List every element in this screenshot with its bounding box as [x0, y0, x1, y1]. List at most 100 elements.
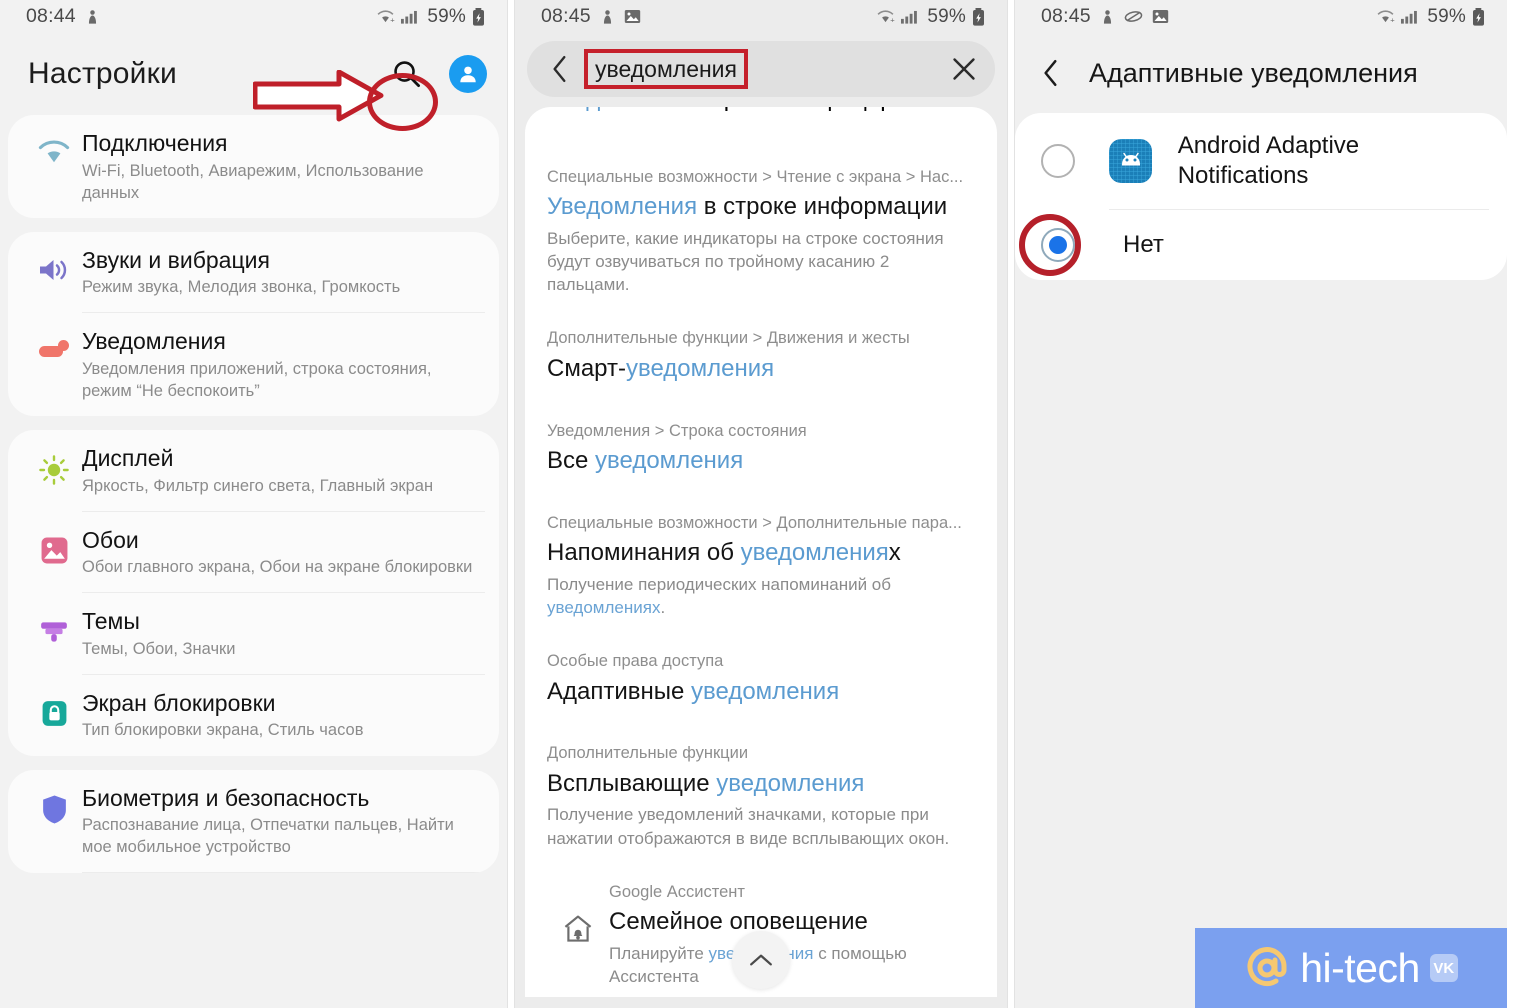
battery-percent-label: 59%	[927, 5, 966, 27]
radio-selected[interactable]	[1041, 228, 1075, 263]
divider	[82, 872, 485, 874]
status-bar-clock: 08:45	[1041, 5, 1091, 27]
sidebar-item-biometrics[interactable]: Биометрия и безопасность Распознавание л…	[8, 770, 499, 873]
row-title: Уведомления	[82, 328, 226, 355]
chevron-up-icon[interactable]	[732, 931, 790, 989]
result-description: Получение уведомлений значками, которые …	[547, 805, 950, 848]
list-item[interactable]: Дополнительные функции Всплывающие уведо…	[525, 727, 997, 865]
sidebar-item-wallpaper[interactable]: Обои Обои главного экрана, Обои на экран…	[8, 512, 499, 593]
home-bell-icon	[547, 882, 609, 944]
watermark-hi-tech: hi-tech VK	[1195, 928, 1507, 1008]
result-title: Всплывающие уведомления	[547, 769, 865, 797]
row-title: Темы	[82, 608, 140, 635]
result-highlight: Уведомления	[547, 107, 697, 112]
result-breadcrumb: Дополнительные функции	[547, 744, 749, 763]
sidebar-item-notifications[interactable]: Уведомления Уведомления приложений, стро…	[8, 313, 499, 416]
settings-group-display: Дисплей Яркость, Фильтр синего света, Гл…	[8, 430, 499, 756]
status-bar-right: + 59%	[876, 6, 985, 28]
wifi-plus-icon: +	[376, 9, 395, 24]
svg-text:+: +	[891, 16, 896, 24]
vk-icon: VK	[1429, 954, 1458, 982]
result-title: Смарт-уведомления	[547, 354, 775, 382]
brightness-sun-icon	[26, 444, 82, 486]
search-input[interactable]: уведомления	[589, 54, 743, 85]
option-none[interactable]: Нет	[1015, 210, 1507, 280]
screenshot-image-icon	[624, 9, 641, 24]
list-item[interactable]: Особые права доступа Адаптивные уведомле…	[525, 635, 997, 727]
android-robot-icon	[1109, 139, 1152, 184]
row-text: Обои Обои главного экрана, Обои на экран…	[82, 526, 481, 579]
battery-percent-label: 59%	[1427, 5, 1466, 27]
adaptive-notifications-screen: 08:45 + 59% Адаптивные уведомления Andro…	[1015, 0, 1507, 1008]
settings-group-connections: Подключения Wi-Fi, Bluetooth, Авиарежим,…	[8, 115, 499, 218]
row-text: Уведомления Уведомления приложений, стро…	[82, 327, 481, 402]
list-item[interactable]: Специальные возможности > Чтение с экран…	[525, 151, 997, 312]
battery-charging-icon	[1472, 7, 1485, 26]
settings-screen: 08:44 + 59% Настройки Подключения Wi-Fi,…	[0, 0, 507, 1008]
page-title: Адаптивные уведомления	[1089, 57, 1418, 88]
sidebar-item-themes[interactable]: Темы Темы, Обои, Значки	[8, 593, 499, 674]
row-subtitle: Тип блокировки экрана, Стиль часов	[82, 721, 364, 740]
shield-icon	[26, 784, 82, 825]
sidebar-item-sounds[interactable]: Звуки и вибрация Режим звука, Мелодия зв…	[8, 232, 499, 313]
svg-text:+: +	[391, 16, 396, 24]
search-bar-container: уведомления	[515, 33, 1007, 107]
watermark-text: hi-tech	[1300, 944, 1420, 991]
result-breadcrumb: Специальные возможности > Чтение с экран…	[547, 168, 964, 186]
row-subtitle: Яркость, Фильтр синего света, Главный эк…	[82, 476, 434, 495]
status-bar-clock: 08:44	[26, 5, 76, 27]
sidebar-item-display[interactable]: Дисплей Яркость, Фильтр синего света, Гл…	[8, 430, 499, 511]
radio-unselected[interactable]	[1041, 144, 1075, 179]
battery-charging-icon	[472, 7, 485, 26]
row-text: Звуки и вибрация Режим звука, Мелодия зв…	[82, 246, 481, 299]
chevron-left-icon[interactable]	[541, 55, 579, 83]
status-bar: 08:44 + 59%	[0, 0, 507, 33]
status-bar-left: 08:44	[26, 5, 100, 28]
speaker-volume-icon	[26, 246, 82, 284]
wallpaper-image-icon	[26, 526, 82, 565]
list-item[interactable]: Специальные возможности > Дополнительные…	[525, 497, 997, 635]
screenshot-image-icon	[1152, 9, 1169, 24]
status-bar-right: + 59%	[1376, 6, 1485, 28]
settings-group-sound-notifications: Звуки и вибрация Режим звука, Мелодия зв…	[8, 231, 499, 417]
close-x-icon[interactable]	[951, 56, 977, 82]
chevron-left-icon[interactable]	[1041, 59, 1083, 87]
battery-percent-label: 59%	[427, 5, 466, 27]
result-breadcrumb: Специальные возможности > Дополнительные…	[547, 513, 962, 532]
do-not-disturb-icon	[85, 9, 100, 25]
sidebar-item-connections[interactable]: Подключения Wi-Fi, Bluetooth, Авиарежим,…	[8, 115, 499, 218]
row-text: Темы Темы, Обои, Значки	[82, 607, 481, 660]
sidebar-item-lockscreen[interactable]: Экран блокировки Тип блокировки экрана, …	[8, 675, 499, 756]
list-item[interactable]: Дополнительные функции > Движения и жест…	[525, 312, 997, 404]
at-sign-icon	[1247, 947, 1287, 987]
row-subtitle: Обои главного экрана, Обои на экране бло…	[82, 558, 473, 577]
row-title: Дисплей	[82, 445, 174, 472]
row-subtitle: Темы, Обои, Значки	[82, 639, 236, 658]
option-android-adaptive-notifications[interactable]: Android Adaptive Notifications	[1015, 113, 1507, 209]
row-text: Экран блокировки Тип блокировки экрана, …	[82, 689, 481, 742]
status-bar-left: 08:45	[541, 5, 641, 28]
row-title: Экран блокировки	[82, 689, 276, 716]
radio-dot	[1049, 236, 1067, 255]
row-subtitle: Wi-Fi, Bluetooth, Авиарежим, Использован…	[82, 161, 424, 202]
result-rest: о риске инфицировани...	[697, 107, 980, 112]
settings-header: Настройки	[0, 33, 507, 131]
row-subtitle: Режим звука, Мелодия звонка, Громкость	[82, 278, 401, 297]
result-title: Уведомления в строке информации	[547, 193, 948, 221]
avatar[interactable]	[449, 55, 487, 93]
search-bar[interactable]: уведомления	[527, 41, 995, 97]
signal-bars-icon	[901, 10, 918, 24]
result-description: Планируйте уведомления с помощью Ассисте…	[609, 943, 907, 986]
list-item[interactable]: Уведомления > Строка состояния Все уведо…	[525, 405, 997, 497]
page-title: Настройки	[28, 57, 177, 90]
row-title: Биометрия и безопасность	[82, 784, 370, 811]
result-title: Напоминания об уведомлениях	[547, 539, 901, 567]
result-title: Адаптивные уведомления	[547, 677, 840, 705]
result-description: Получение периодических напоминаний об у…	[547, 574, 891, 618]
list-item-partial[interactable]: Уведомления о риске инфицировани...	[525, 107, 997, 125]
search-results-list[interactable]: Уведомления о риске инфицировани... Спец…	[525, 107, 997, 997]
search-icon[interactable]	[387, 54, 427, 94]
signal-bars-icon	[401, 10, 418, 24]
row-subtitle: Распознавание лица, Отпечатки пальцев, Н…	[82, 816, 454, 857]
panel-separator-1	[507, 0, 515, 1008]
